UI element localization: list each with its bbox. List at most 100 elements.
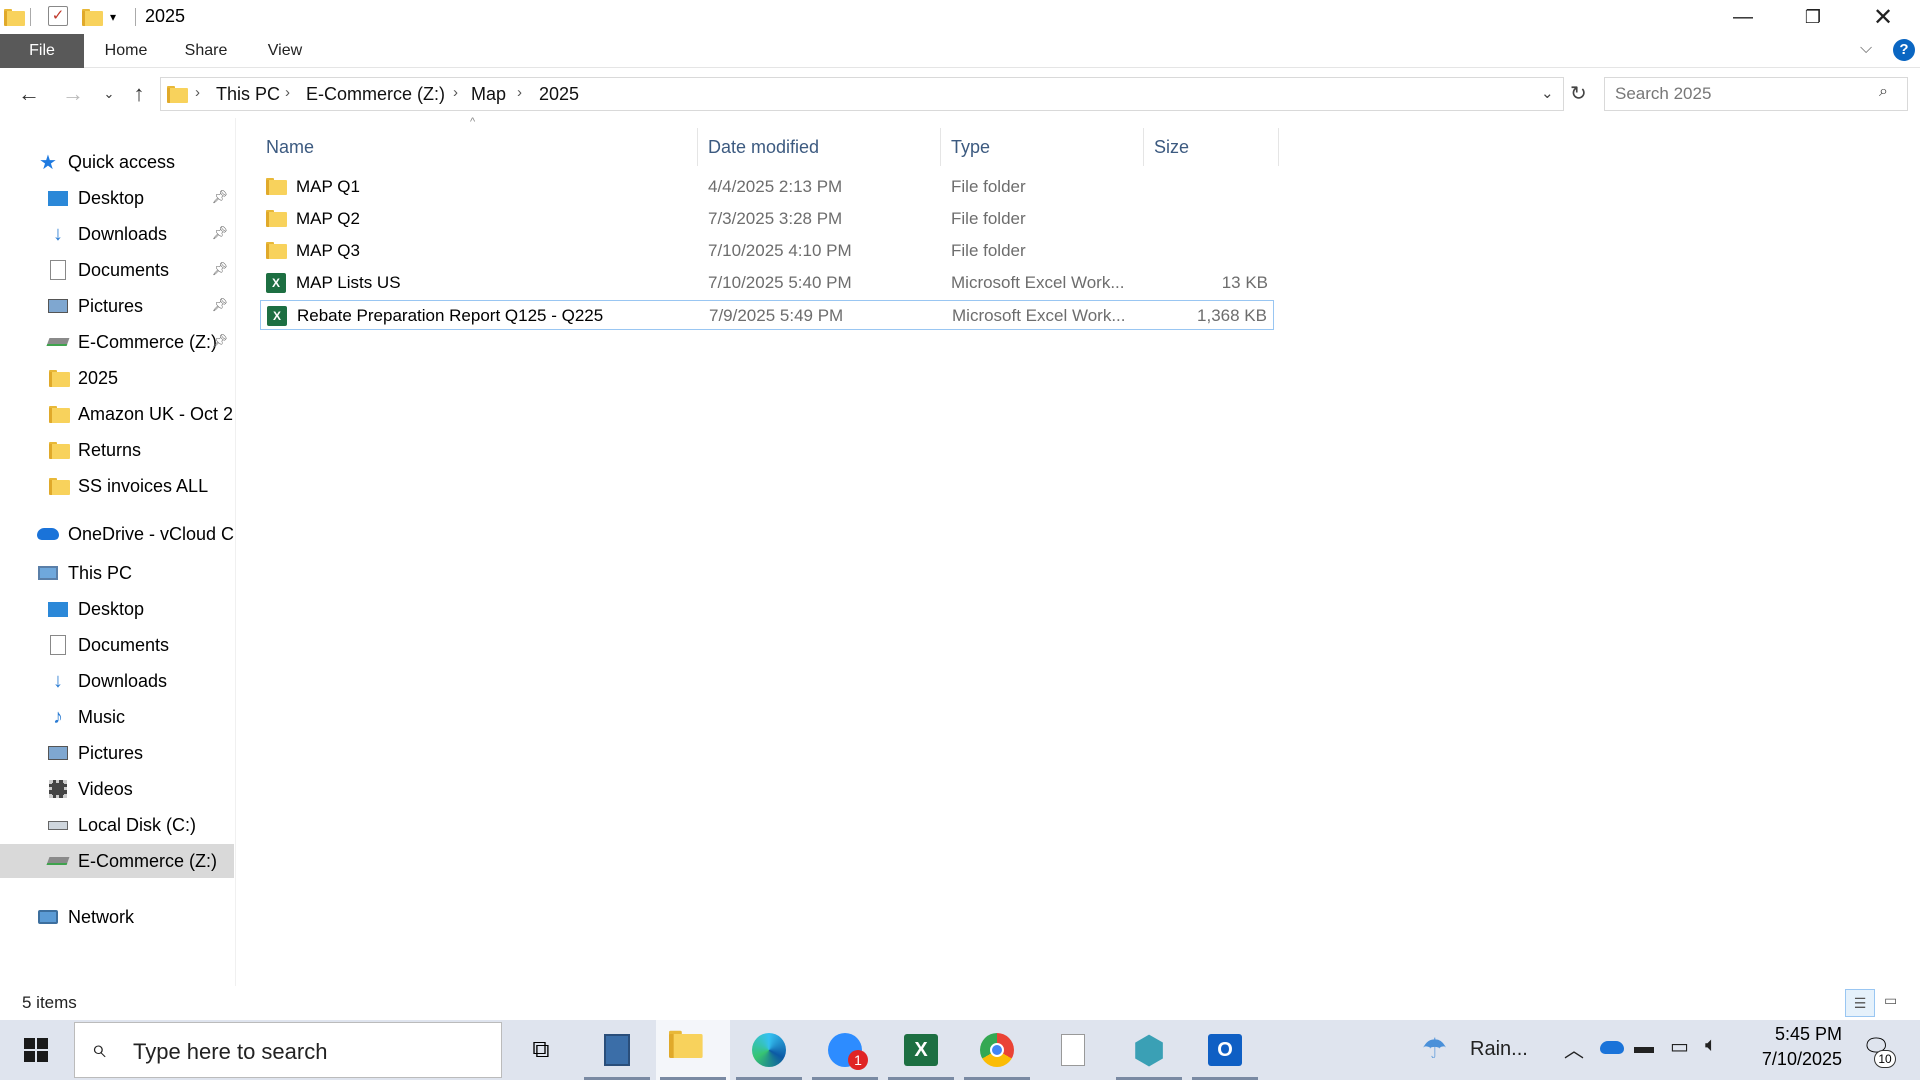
nav-item-documents[interactable]: Documents — [0, 628, 234, 662]
folder-icon — [4, 8, 25, 28]
hexagon-app[interactable]: ⬢ — [1112, 1020, 1186, 1080]
nav-item-local-disk-c[interactable]: Local Disk (C:) — [0, 808, 234, 842]
expand-ribbon-icon[interactable]: ⌵ — [1860, 40, 1872, 58]
nav-onedrive[interactable]: OneDrive - vCloud Ch — [0, 517, 234, 551]
file-explorer-app[interactable] — [656, 1020, 730, 1080]
folder-icon — [46, 439, 70, 461]
clock[interactable]: 5:45 PM 7/10/2025 — [1742, 1024, 1842, 1070]
minimize-button[interactable]: — — [1710, 0, 1776, 34]
network-status-icon[interactable]: ▭ — [1670, 1034, 1689, 1059]
window-title: 2025 — [145, 6, 186, 26]
notification-center-button[interactable]: 🗨︎ 10 — [1856, 1034, 1896, 1070]
nav-item-videos[interactable]: Videos — [0, 772, 234, 806]
up-button[interactable]: ↑ — [124, 80, 154, 108]
rain-weather-icon[interactable]: ☂ — [1422, 1032, 1447, 1065]
nav-network[interactable]: Network — [0, 900, 234, 934]
tab-file[interactable]: File — [0, 34, 84, 68]
chevron-right-icon[interactable]: › — [285, 84, 290, 101]
close-button[interactable]: ✕ — [1850, 0, 1916, 34]
edge-app[interactable] — [732, 1020, 806, 1080]
weather-text[interactable]: Rain... — [1470, 1038, 1528, 1061]
nav-item-desktop[interactable]: Desktop — [0, 592, 234, 626]
folder-icon — [46, 403, 70, 425]
task-view-button[interactable]: ⧉ — [504, 1020, 578, 1080]
restore-button[interactable]: ❐ — [1780, 0, 1846, 34]
details-view-icon[interactable]: ☰ — [1845, 989, 1875, 1017]
column-header-type[interactable]: Type — [941, 128, 1144, 166]
address-dropdown-icon[interactable]: ⌄ — [1541, 84, 1554, 102]
calculator-app[interactable] — [580, 1020, 654, 1080]
file-type: Microsoft Excel Work... — [951, 273, 1125, 292]
folder-icon — [46, 475, 70, 497]
excel-app[interactable]: X — [884, 1020, 958, 1080]
start-button[interactable] — [0, 1020, 72, 1080]
nav-this-pc[interactable]: This PC — [0, 556, 234, 590]
column-header-date[interactable]: Date modified — [698, 128, 941, 166]
large-icons-view-icon[interactable]: ▭ — [1884, 992, 1897, 1009]
nav-item-pictures[interactable]: Pictures 📌︎ — [0, 289, 234, 323]
nav-item-e-commerce-z[interactable]: E-Commerce (Z:) 📌︎ — [0, 325, 234, 359]
zoom-app[interactable]: 1 — [808, 1020, 882, 1080]
breadcrumb-drive[interactable]: E-Commerce (Z:) — [306, 84, 445, 105]
search-input[interactable]: Search 2025 ⌕ — [1604, 77, 1908, 111]
recent-locations-button[interactable]: ⌄ — [94, 80, 124, 108]
chrome-app[interactable] — [960, 1020, 1034, 1080]
file-row[interactable]: X MAP Lists US 7/10/2025 5:40 PM Microsoft … — [260, 268, 1274, 298]
file-date: 7/3/2025 3:28 PM — [708, 209, 843, 228]
nav-label: Desktop — [78, 598, 145, 619]
pictures-icon — [46, 295, 70, 317]
column-header-name[interactable]: Name — [256, 128, 698, 166]
column-header-size[interactable]: Size — [1144, 128, 1279, 166]
breadcrumb-2025[interactable]: 2025 — [539, 84, 579, 105]
breadcrumb-map[interactable]: Map — [471, 84, 506, 105]
music-icon: ♪ — [53, 705, 63, 728]
cloud-icon — [36, 523, 60, 545]
chevron-right-icon[interactable]: › — [453, 84, 458, 101]
nav-item-ss-invoices-all[interactable]: SS invoices ALL — [0, 469, 234, 503]
nav-item-documents[interactable]: Documents 📌︎ — [0, 253, 234, 287]
nav-item-downloads[interactable]: ↓ Downloads 📌︎ — [0, 217, 234, 251]
address-bar[interactable]: › This PC › E-Commerce (Z:) › Map › 2025… — [160, 77, 1564, 111]
customize-toolbar-icon[interactable]: ▾ — [110, 10, 116, 30]
pin-icon[interactable]: 📌︎ — [211, 333, 228, 349]
tab-home[interactable]: Home — [94, 34, 158, 68]
file-explorer-icon — [669, 1029, 717, 1071]
nav-item-returns[interactable]: Returns — [0, 433, 234, 467]
nav-quick-access[interactable]: ★ Quick access — [0, 145, 234, 179]
volume-icon[interactable]: 🔈︎ — [1705, 1034, 1717, 1057]
nav-item-pictures[interactable]: Pictures — [0, 736, 234, 770]
nav-item-music[interactable]: ♪ Music — [0, 700, 234, 734]
tab-view[interactable]: View — [258, 34, 312, 68]
chevron-right-icon[interactable]: › — [195, 84, 200, 101]
help-icon[interactable]: ? — [1893, 39, 1915, 61]
file-row[interactable]: MAP Q1 4/4/2025 2:13 PM File folder — [260, 172, 1274, 202]
nav-item-desktop[interactable]: Desktop 📌︎ — [0, 181, 234, 215]
nav-item-2025[interactable]: 2025 — [0, 361, 234, 395]
breadcrumb-this-pc[interactable]: This PC — [216, 84, 280, 105]
battery-icon[interactable]: ▬ — [1634, 1036, 1654, 1059]
outlook-app[interactable]: O — [1188, 1020, 1262, 1080]
file-row[interactable]: MAP Q3 7/10/2025 4:10 PM File folder — [260, 236, 1274, 266]
taskbar-search-input[interactable]: ⌕ Type here to search — [74, 1022, 502, 1078]
back-button[interactable]: ← — [14, 80, 44, 108]
file-row[interactable]: X Rebate Preparation Report Q125 - Q225 7/… — [260, 300, 1274, 330]
refresh-icon[interactable]: ↻ — [1570, 81, 1587, 106]
pin-icon[interactable]: 📌︎ — [211, 261, 228, 277]
notepad-app[interactable] — [1036, 1020, 1110, 1080]
nav-item-amazon-uk-oct-2[interactable]: Amazon UK - Oct 2( — [0, 397, 234, 431]
file-size: 1,368 KB — [1197, 306, 1267, 325]
tab-share[interactable]: Share — [176, 34, 236, 68]
nav-item-e-commerce-z[interactable]: E-Commerce (Z:) — [0, 844, 234, 878]
nav-item-downloads[interactable]: ↓ Downloads — [0, 664, 234, 698]
chevron-right-icon[interactable]: › — [517, 84, 522, 101]
onedrive-icon[interactable] — [1600, 1041, 1624, 1054]
new-folder-icon[interactable] — [82, 8, 103, 28]
divider — [135, 8, 136, 26]
pin-icon[interactable]: 📌︎ — [211, 225, 228, 241]
pin-icon[interactable]: 📌︎ — [211, 297, 228, 313]
properties-icon[interactable]: ✓ — [48, 6, 68, 26]
file-row[interactable]: MAP Q2 7/3/2025 3:28 PM File folder — [260, 204, 1274, 234]
pin-icon[interactable]: 📌︎ — [211, 189, 228, 205]
chevron-up-icon[interactable]: ︿ — [1564, 1034, 1584, 1063]
forward-button[interactable]: → — [58, 80, 88, 108]
